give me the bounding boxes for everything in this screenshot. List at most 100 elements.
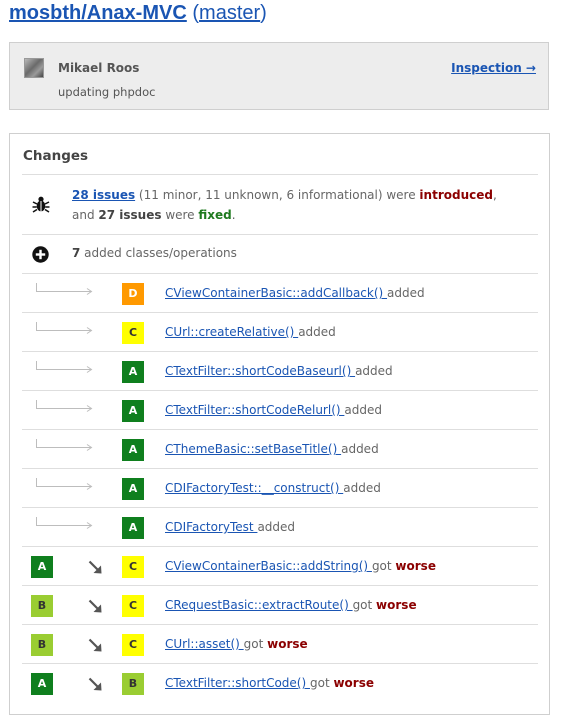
change-item-link[interactable]: CRequestBasic::extractRoute() [165,598,353,612]
tree-connector-arrow-icon [36,283,93,295]
change-item-link[interactable]: CDIFactoryTest::__construct() [165,481,343,495]
change-item-row: B C CUrl::asset() got worse [22,624,538,663]
status-worse: worse [395,559,436,573]
change-item-text: CDIFactoryTest added [165,520,295,534]
introduced-comma: , [492,188,497,202]
old-grade-badge: B [31,634,53,656]
change-item-row: A CDIFactoryTest added [22,507,538,546]
status-added: added [387,286,425,300]
status-added: added [343,481,381,495]
change-item-text: CUrl::asset() got worse [165,637,308,651]
fixed-label: fixed [198,208,232,222]
introduced-line: 28 issues (11 minor, 11 unknown, 6 infor… [72,185,497,205]
introduced-detail: (11 minor, 11 unknown, 6 informational) … [135,188,420,202]
got-text: got [243,637,268,651]
change-item-text: CDIFactoryTest::__construct() added [165,481,381,495]
old-grade-badge: A [31,556,53,578]
issues-summary-row: 28 issues (11 minor, 11 unknown, 6 infor… [22,174,538,234]
status-added: added [341,442,379,456]
change-item-row: D CViewContainerBasic::addCallback() adde… [22,273,538,312]
change-item-link[interactable]: CDIFactoryTest [165,520,257,534]
change-item-text: CThemeBasic::setBaseTitle() added [165,442,379,456]
commit-message: updating phpdoc [58,85,156,99]
tree-connector-arrow-icon [36,439,93,451]
added-summary-text: 7 added classes/operations [72,246,237,260]
plus-circle-icon [32,246,49,263]
arrow-down-right-icon [88,638,102,652]
change-item-link[interactable]: CTextFilter::shortCode() [165,676,310,690]
arrow-down-right-icon [88,599,102,613]
new-grade-badge: C [122,322,144,344]
change-item-text: CTextFilter::shortCodeBaseurl() added [165,364,393,378]
fixed-issues-word: issues [115,208,162,222]
tree-connector-arrow-icon [36,322,93,334]
status-added: added [355,364,393,378]
change-item-row: A B CTextFilter::shortCode() got worse [22,663,538,702]
new-grade-badge: A [122,517,144,539]
commit-box: Mikael Roos updating phpdoc Inspection → [9,42,549,110]
change-item-link[interactable]: CViewContainerBasic::addString() [165,559,372,573]
tree-connector-arrow-icon [36,478,93,490]
page-title: mosbth/Anax-MVC (master) [9,0,267,26]
change-item-row: A CDIFactoryTest::__construct() added [22,468,538,507]
inspection-link[interactable]: Inspection → [451,61,536,75]
and-text: and [72,208,99,222]
new-grade-badge: C [122,634,144,656]
added-summary-row: 7 added classes/operations [22,234,538,273]
status-added: added [257,520,296,534]
change-item-link[interactable]: CTextFilter::shortCodeRelurl() [165,403,344,417]
change-item-text: CViewContainerBasic::addCallback() added [165,286,425,300]
new-grade-badge: D [122,283,144,305]
fixed-count: 27 [98,208,116,222]
changes-panel: Changes 28 issues (11 minor, 11 unknown,… [9,133,550,715]
status-worse: worse [333,676,374,690]
changes-title: Changes [23,148,89,164]
new-grade-badge: A [122,478,144,500]
new-grade-badge: C [122,595,144,617]
change-item-text: CTextFilter::shortCodeRelurl() added [165,403,382,417]
change-item-link[interactable]: CUrl::createRelative() [165,325,298,339]
new-grade-badge: C [122,556,144,578]
introduced-label: introduced [419,188,493,202]
got-text: got [371,559,396,573]
arrow-down-right-icon [88,677,102,691]
were-text: were [161,208,199,222]
change-item-row: A C CViewContainerBasic::addString() got w… [22,546,538,585]
branch-link[interactable]: master [199,2,260,24]
change-item-row: B C CRequestBasic::extractRoute() got wors… [22,585,538,624]
new-grade-badge: A [122,361,144,383]
change-item-row: A CTextFilter::shortCodeBaseurl() added [22,351,538,390]
change-item-link[interactable]: CThemeBasic::setBaseTitle() [165,442,341,456]
issues-summary-text: 28 issues (11 minor, 11 unknown, 6 infor… [72,185,497,225]
branch-paren-close: ) [260,2,267,24]
change-item-row: A CThemeBasic::setBaseTitle() added [22,429,538,468]
added-label: added classes/operations [80,246,237,260]
fixed-period: . [231,208,236,222]
change-item-text: CUrl::createRelative() added [165,325,336,339]
change-item-text: CTextFilter::shortCode() got worse [165,676,374,690]
change-item-link[interactable]: CViewContainerBasic::addCallback() [165,286,387,300]
repo-link[interactable]: mosbth/Anax-MVC [9,2,187,24]
tree-connector-arrow-icon [36,517,93,529]
status-worse: worse [267,637,308,651]
new-grade-badge: B [122,673,144,695]
new-grade-badge: A [122,439,144,461]
change-item-link[interactable]: CTextFilter::shortCodeBaseurl() [165,364,355,378]
old-grade-badge: B [31,595,53,617]
got-text: got [309,676,334,690]
got-text: got [352,598,377,612]
old-grade-badge: A [31,673,53,695]
status-added: added [344,403,382,417]
status-worse: worse [376,598,417,612]
change-item-link[interactable]: CUrl::asset() [165,637,244,651]
change-item-row: C CUrl::createRelative() added [22,312,538,351]
fixed-line: and 27 issues were fixed. [72,205,497,225]
change-item-text: CViewContainerBasic::addString() got wor… [165,559,436,573]
avatar [24,58,44,78]
commit-author: Mikael Roos [58,61,140,75]
status-added: added [298,325,336,339]
introduced-issues-link[interactable]: 28 issues [72,188,135,202]
tree-connector-arrow-icon [36,400,93,412]
arrow-down-right-icon [88,560,102,574]
new-grade-badge: A [122,400,144,422]
